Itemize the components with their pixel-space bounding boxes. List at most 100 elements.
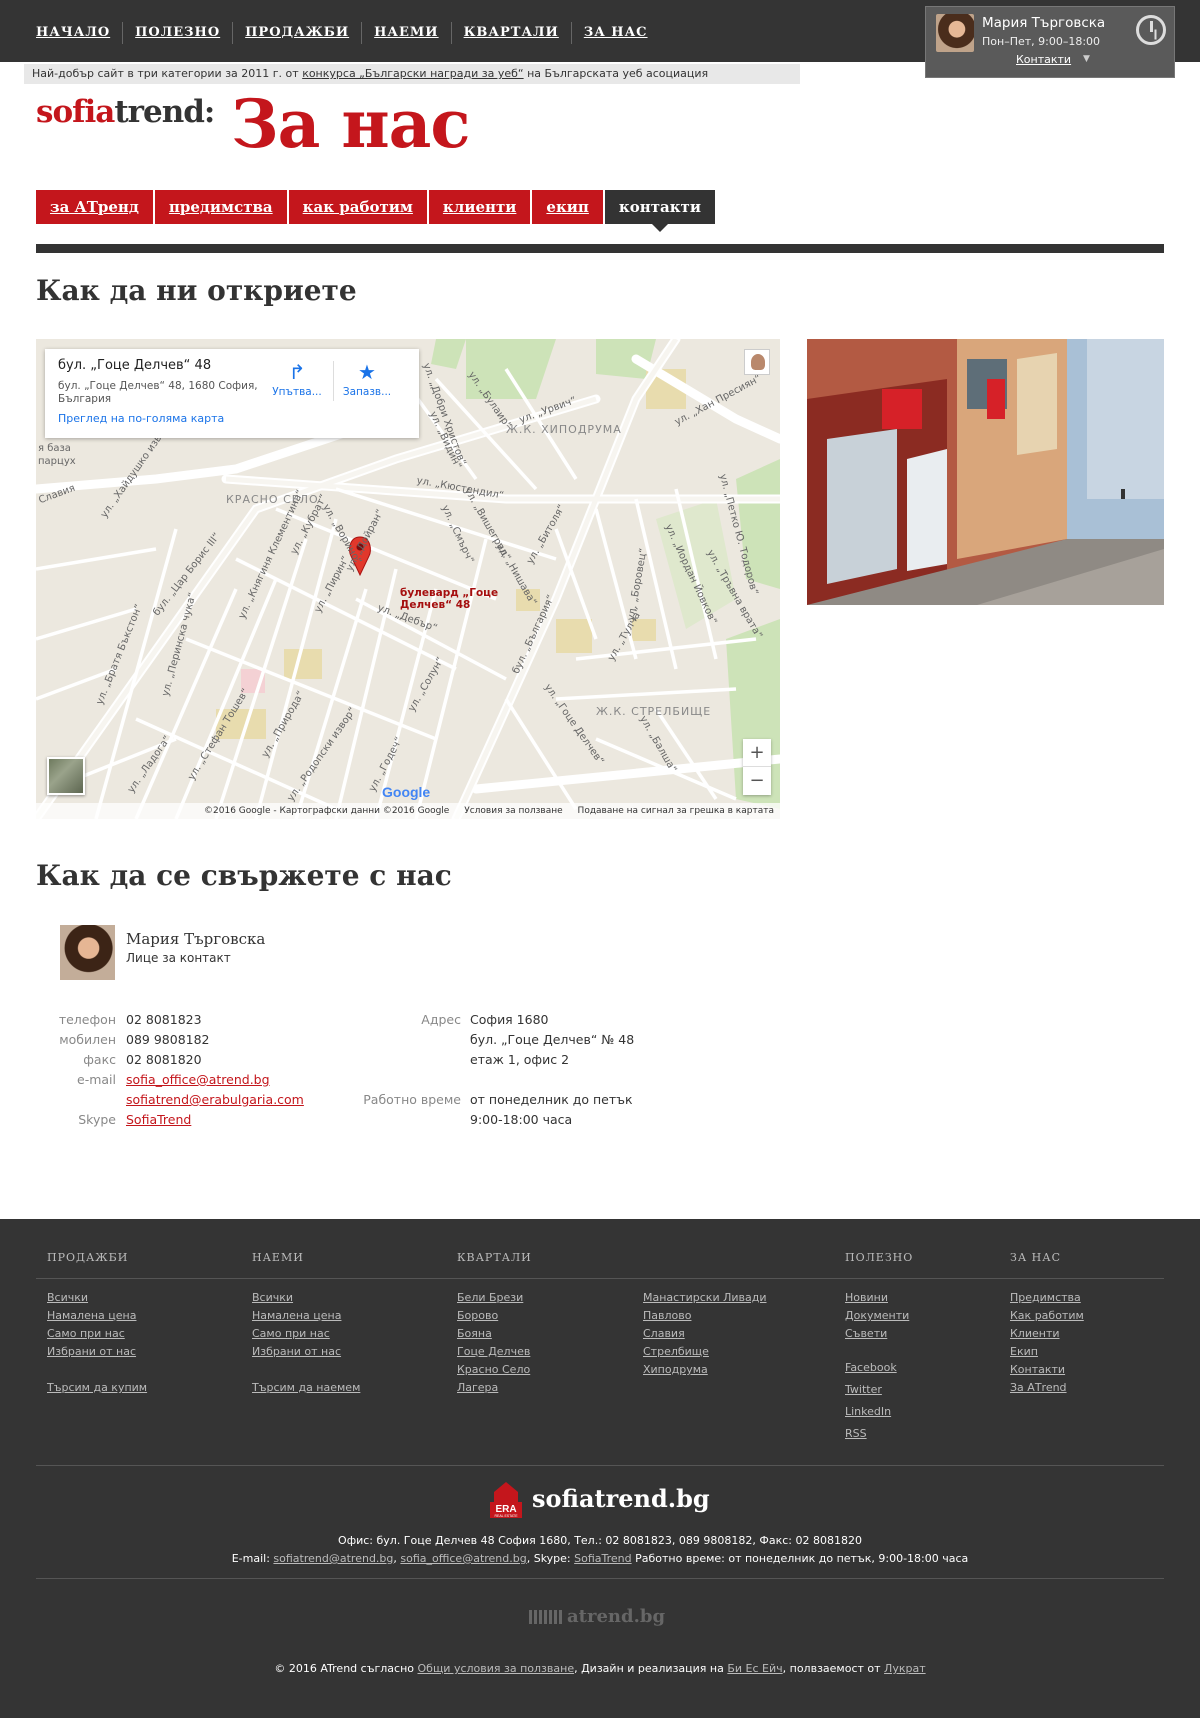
footer-link[interactable]: Контакти xyxy=(1010,1361,1084,1379)
award-link[interactable]: конкурса „Български награди за уеб“ xyxy=(302,67,523,80)
contacts-dropdown-link[interactable]: Контакти xyxy=(1016,53,1071,66)
rss-link[interactable]: RSS xyxy=(845,1423,909,1445)
footer-hours: Работно време: от понеделник до петък, 9… xyxy=(631,1552,969,1565)
site-logo[interactable]: sofiatrend: xyxy=(36,94,215,130)
logo-part-1: sofia xyxy=(36,94,115,130)
footer-divider xyxy=(36,1278,1164,1279)
tab-advantages[interactable]: предимства xyxy=(154,190,287,224)
footer-link[interactable]: Търсим да наемем xyxy=(252,1379,360,1397)
designer-link[interactable]: Би Ес Ейч xyxy=(727,1662,782,1675)
terms-link[interactable]: Общи условия за ползване xyxy=(418,1662,575,1675)
footer-link[interactable]: Славия xyxy=(643,1325,767,1343)
nav-rent[interactable]: НАЕМИ xyxy=(361,22,450,44)
footer-skype[interactable]: SofiaTrend xyxy=(574,1552,632,1565)
larger-map-link[interactable]: Преглед на по-голяма карта xyxy=(58,412,224,425)
email-link-era[interactable]: sofiatrend@erabulgaria.com xyxy=(126,1090,304,1110)
save-button[interactable]: ★ Запазв... xyxy=(337,361,397,398)
zoom-out-button[interactable]: − xyxy=(743,767,771,795)
footer-link[interactable]: Лагера xyxy=(457,1379,530,1397)
fax-label: факс xyxy=(83,1052,116,1067)
directions-button[interactable]: ↱ Упътва... xyxy=(269,361,325,398)
footer-link[interactable]: Бояна xyxy=(457,1325,530,1343)
nav-home[interactable]: НАЧАЛО xyxy=(36,22,122,44)
satellite-toggle[interactable] xyxy=(47,757,85,795)
footer-link[interactable]: Намалена цена xyxy=(47,1307,147,1325)
footer-link[interactable]: Гоце Делчев xyxy=(457,1343,530,1361)
google-map[interactable]: КРАСНО СЕЛО Ж.К. ХИПОДРУМА Ж.К. СТРЕЛБИЩ… xyxy=(36,339,780,819)
twitter-link[interactable]: Twitter xyxy=(845,1379,909,1401)
directions-label: Упътва... xyxy=(272,386,322,398)
address-line-2: бул. „Гоце Делчев“ № 48 xyxy=(470,1032,635,1047)
tab-contacts[interactable]: контакти xyxy=(604,190,715,232)
address-line-1: София 1680 xyxy=(470,1012,549,1027)
map-report-link[interactable]: Подаване на сигнал за грешка в картата xyxy=(578,806,774,816)
mobile-label: мобилен xyxy=(59,1032,116,1047)
footer-link[interactable]: Предимства xyxy=(1010,1289,1084,1307)
footer-link[interactable]: За АТrend xyxy=(1010,1379,1084,1397)
footer-heading-about: ЗА НАС xyxy=(1010,1251,1062,1264)
tab-about-atrend[interactable]: за АТренд xyxy=(36,190,153,224)
footer-districts-links-b: Манастирски Ливади Павлово Славия Стрелб… xyxy=(643,1289,767,1379)
footer-link[interactable]: Клиенти xyxy=(1010,1325,1084,1343)
skype-link[interactable]: SofiaTrend xyxy=(126,1110,191,1130)
map-user-avatar[interactable] xyxy=(744,349,770,375)
office-photo-image xyxy=(807,339,1164,605)
footer-link[interactable]: Новини xyxy=(845,1289,909,1307)
footer-brand[interactable]: ERA REAL ESTATE sofiatrend.bg xyxy=(490,1478,710,1518)
footer-link[interactable]: Красно Село xyxy=(457,1361,530,1379)
footer-link[interactable]: Търсим да купим xyxy=(47,1379,147,1397)
footer-link[interactable]: Манастирски Ливади xyxy=(643,1289,767,1307)
contact-person-role: Лице за контакт xyxy=(126,951,231,965)
footer-contact-line: E-mail: sofiatrend@atrend.bg, sofia_offi… xyxy=(231,1552,969,1565)
footer-link[interactable]: Избрани от нас xyxy=(47,1343,147,1361)
footer-link[interactable]: Само при нас xyxy=(47,1325,147,1343)
footer-link[interactable]: Борово xyxy=(457,1307,530,1325)
footer-heading-districts: КВАРТАЛИ xyxy=(457,1251,532,1264)
footer-link[interactable]: Стрелбище xyxy=(643,1343,767,1361)
facebook-link[interactable]: Facebook xyxy=(845,1357,909,1379)
email-link-office[interactable]: sofia_office@atrend.bg xyxy=(126,1070,270,1090)
map-street-label: я база xyxy=(38,443,71,454)
footer-divider xyxy=(36,1465,1164,1466)
chevron-down-icon[interactable]: ▼ xyxy=(1083,54,1090,64)
award-banner: Най-добър сайт в три категории за 2011 г… xyxy=(24,64,800,84)
nav-useful[interactable]: ПОЛЕЗНО xyxy=(122,22,232,44)
nav-districts[interactable]: КВАРТАЛИ xyxy=(450,22,571,44)
footer-link[interactable]: Павлово xyxy=(643,1307,767,1325)
footer-email-1[interactable]: sofiatrend@atrend.bg xyxy=(273,1552,393,1565)
footer-heading-useful: ПОЛЕЗНО xyxy=(845,1251,914,1264)
award-suffix: на Българската уеб асоциация xyxy=(523,67,709,80)
footer-email-2[interactable]: sofia_office@atrend.bg xyxy=(400,1552,526,1565)
footer-link[interactable]: Всички xyxy=(47,1289,147,1307)
linkedin-link[interactable]: LinkedIn xyxy=(845,1401,909,1423)
footer-link[interactable]: Документи xyxy=(845,1307,909,1325)
star-icon: ★ xyxy=(358,360,376,384)
map-card-address: бул. „Гоце Делчев“ 48, 1680 София, Бълга… xyxy=(58,380,258,405)
phone-value: 02 8081823 xyxy=(126,1012,202,1027)
atrend-logo[interactable]: atrend.bg xyxy=(529,1606,665,1627)
footer-link[interactable]: Екип xyxy=(1010,1343,1084,1361)
skype-label: , Skype: xyxy=(526,1552,575,1565)
footer-brand-name: sofiatrend.bg xyxy=(532,1483,710,1513)
tab-how-we-work[interactable]: как работим xyxy=(288,190,427,224)
map-copyright: ©2016 Google - Картографски данни ©2016 … xyxy=(204,806,450,816)
hours-label: Работно време xyxy=(363,1092,461,1107)
footer-link[interactable]: Бели Брези xyxy=(457,1289,530,1307)
footer-link[interactable]: Само при нас xyxy=(252,1325,360,1343)
footer-link[interactable]: Всички xyxy=(252,1289,360,1307)
tab-clients[interactable]: клиенти xyxy=(428,190,531,224)
nav-about[interactable]: ЗА НАС xyxy=(570,22,660,44)
nav-sales[interactable]: ПРОДАЖБИ xyxy=(232,22,361,44)
mobile-value: 089 9808182 xyxy=(126,1032,210,1047)
tab-team[interactable]: екип xyxy=(532,190,603,224)
award-prefix: Най-добър сайт в три категории за 2011 г… xyxy=(32,67,303,80)
footer-link[interactable]: Избрани от нас xyxy=(252,1343,360,1361)
zoom-in-button[interactable]: + xyxy=(743,739,771,767)
map-terms-link[interactable]: Условия за ползване xyxy=(464,806,562,816)
footer-link[interactable]: Хиподрума xyxy=(643,1361,767,1379)
host-link[interactable]: Лукрат xyxy=(884,1662,926,1675)
footer-link[interactable]: Намалена цена xyxy=(252,1307,360,1325)
footer-link[interactable]: Съвети xyxy=(845,1325,909,1343)
footer-link[interactable]: Как работим xyxy=(1010,1307,1084,1325)
footer-heading-sales: ПРОДАЖБИ xyxy=(47,1251,129,1264)
